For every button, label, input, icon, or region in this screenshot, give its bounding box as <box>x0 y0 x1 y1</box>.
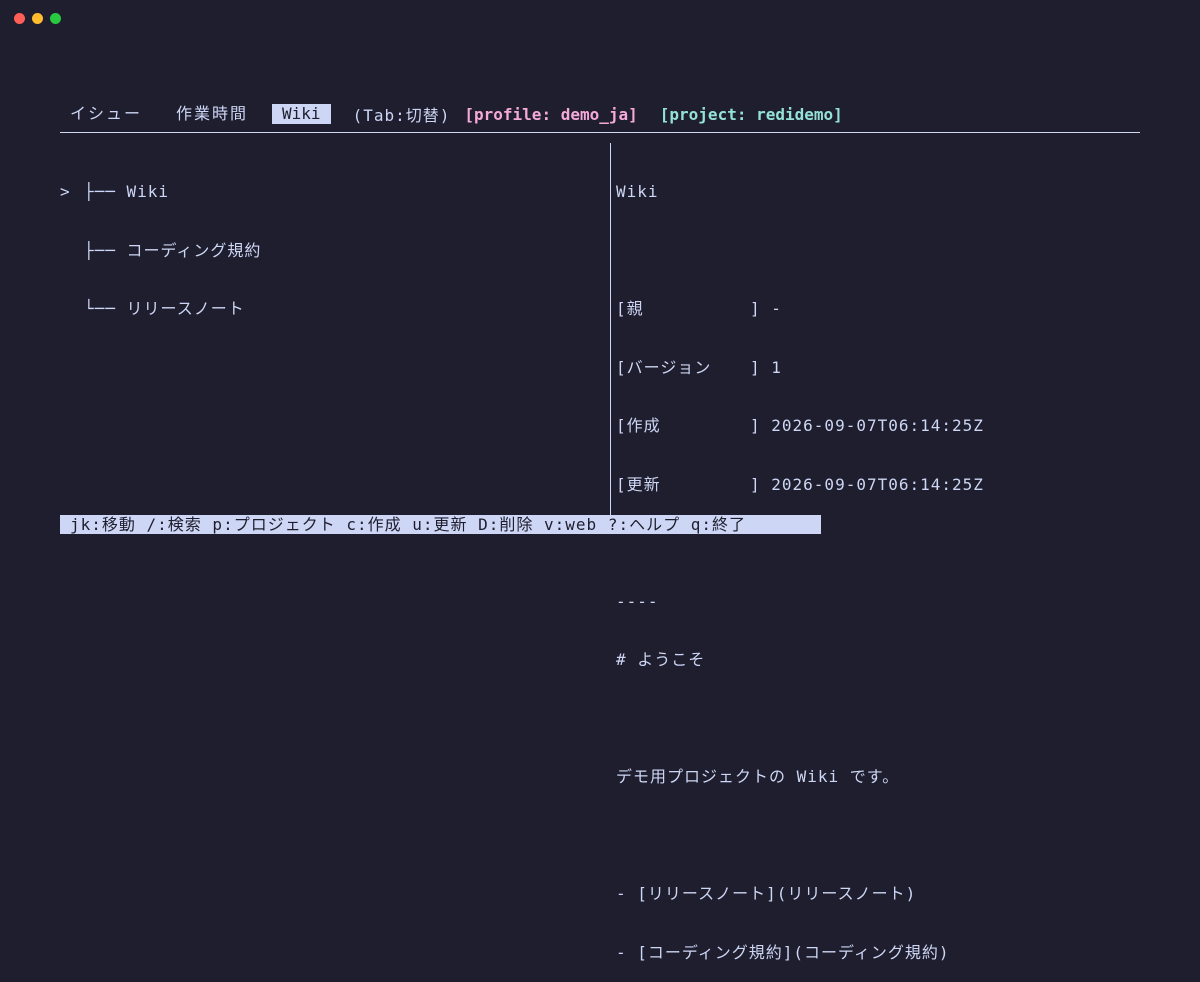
tree-item-label: コーディング規約 <box>126 240 262 260</box>
tree-item-coding-standards[interactable]: ├── コーディング規約 <box>60 241 261 261</box>
tree-branch: └── <box>84 299 127 318</box>
close-window-button[interactable] <box>14 13 25 24</box>
meta-version: [バージョン] 1 <box>616 357 782 377</box>
tree-item-label: Wiki <box>126 182 170 201</box>
tab-bar: イシュー 作業時間 Wiki (Tab:切替) [profile: demo_j… <box>60 103 843 125</box>
detail-title: Wiki <box>616 182 659 201</box>
meta-created: [作成] 2026-09-07T06:14:25Z <box>616 416 984 435</box>
tree-branch: ├── <box>84 182 127 201</box>
meta-parent: [親] - <box>616 299 782 318</box>
wiki-detail-pane: Wiki [親] - [バージョン] 1 [作成] 2026-09-07T06:… <box>616 143 984 982</box>
wiki-page-tree: > ├── Wiki ├── コーディング規約 └── リリースノート <box>60 143 261 338</box>
tab-issues[interactable]: イシュー <box>60 104 152 124</box>
tab-switch-hint: (Tab:切替) <box>352 106 451 125</box>
header-divider <box>60 132 1140 133</box>
tree-item-wiki[interactable]: > ├── Wiki <box>60 182 261 202</box>
project-indicator: [project: redidemo] <box>659 104 843 124</box>
keybinding-status-bar: jk:移動 /:検索 p:プロジェクト c:作成 u:更新 D:削除 v:web… <box>60 515 821 534</box>
tab-time-entries[interactable]: 作業時間 <box>166 104 258 124</box>
content-heading: # ようこそ <box>616 650 706 669</box>
minimize-window-button[interactable] <box>32 13 43 24</box>
profile-indicator: [profile: demo_ja] <box>464 104 638 124</box>
content-separator: ---- <box>616 591 659 611</box>
window-controls <box>14 13 61 24</box>
content-body: デモ用プロジェクトの Wiki です。 <box>616 767 900 786</box>
meta-updated: [更新] 2026-09-07T06:14:25Z <box>616 474 984 494</box>
tree-item-label: リリースノート <box>126 299 245 318</box>
tree-item-release-notes[interactable]: └── リリースノート <box>60 299 261 319</box>
maximize-window-button[interactable] <box>50 13 61 24</box>
selection-cursor: > <box>60 182 71 201</box>
tree-branch: ├── <box>84 240 127 260</box>
content-link-release-notes[interactable]: - [リリースノート](リリースノート) <box>616 884 984 904</box>
pane-divider <box>610 143 611 515</box>
tab-wiki[interactable]: Wiki <box>272 104 331 124</box>
content-link-coding-standards[interactable]: - [コーディング規約](コーディング規約) <box>616 943 984 963</box>
